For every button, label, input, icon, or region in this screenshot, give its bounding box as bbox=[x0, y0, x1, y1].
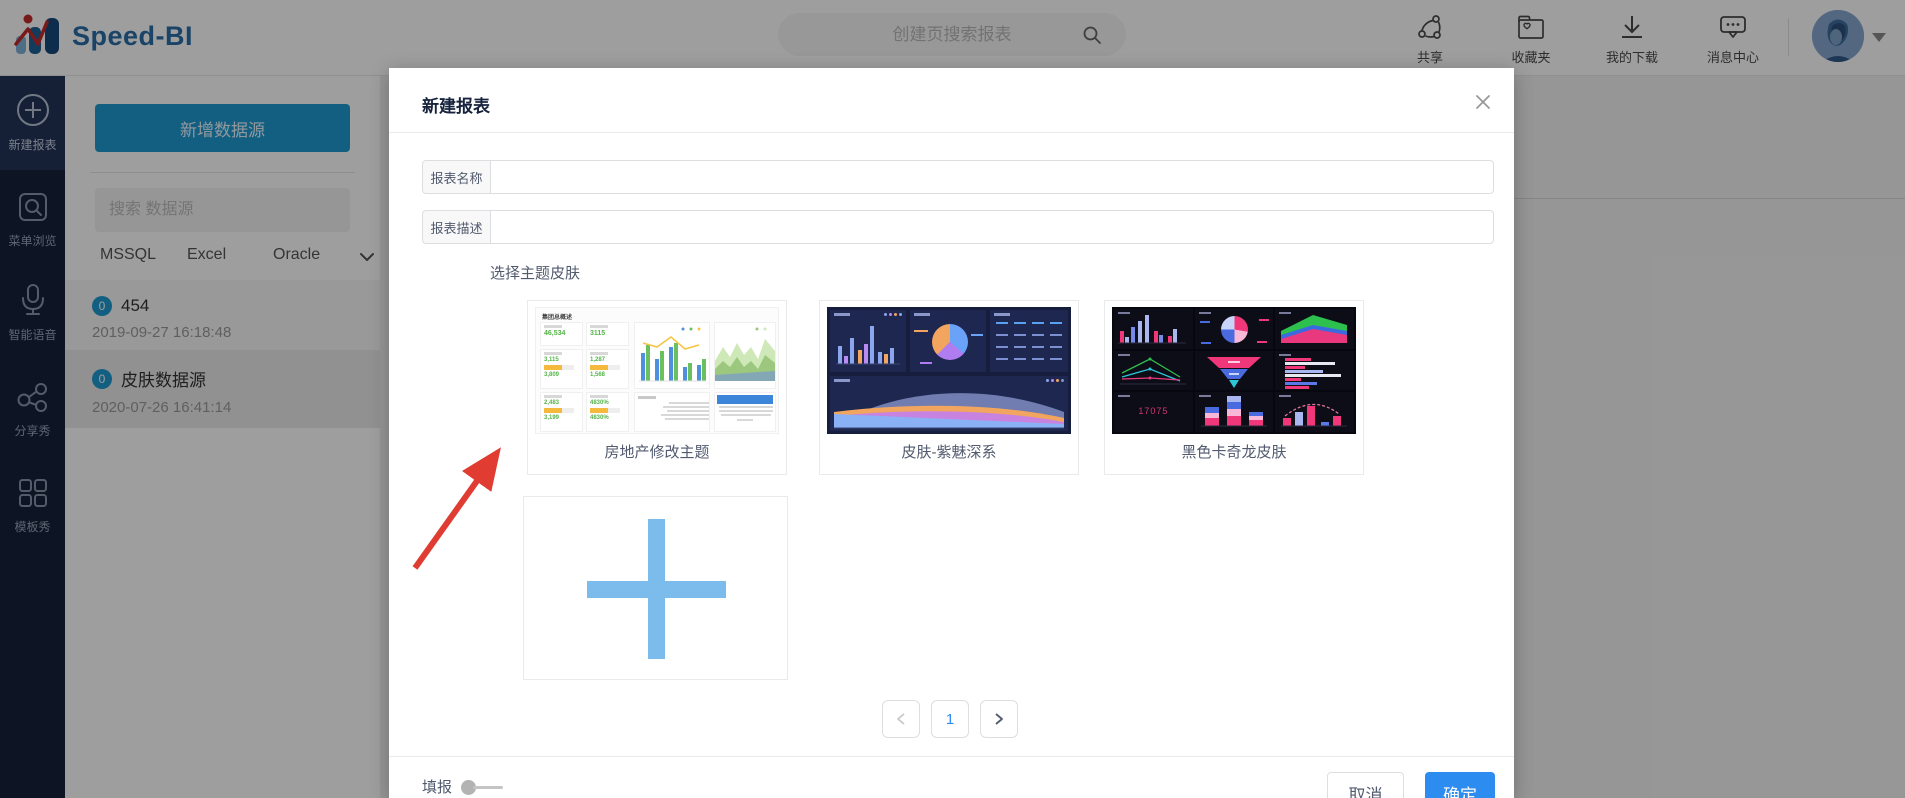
pagination-prev-button[interactable] bbox=[882, 700, 920, 738]
fill-report-toggle-track bbox=[473, 786, 503, 789]
theme-thumbnail: 集团总概述 46,534 3115 3,115 3,809 1,287 1,568 … bbox=[535, 307, 779, 434]
cancel-button[interactable]: 取消 bbox=[1327, 772, 1404, 798]
mini-pie-chart bbox=[932, 324, 968, 360]
theme-card-purple-dark[interactable]: 皮肤-紫魅深系 bbox=[819, 300, 1079, 475]
fill-report-label: 填报 bbox=[422, 779, 453, 796]
theme-card-black[interactable]: 17075 黑色卡奇龙皮肤 bbox=[1104, 300, 1364, 475]
mini-bar-chart bbox=[1118, 315, 1186, 344]
mini-area-chart bbox=[834, 393, 1064, 429]
modal-footer-divider bbox=[389, 756, 1514, 757]
mini-stacked-columns bbox=[1200, 396, 1267, 427]
new-report-modal: 新建报表 报表名称 报表描述 选择主题皮肤 集团总概述 46,534 3115 … bbox=[389, 68, 1514, 798]
report-name-label: 报表名称 bbox=[422, 160, 490, 194]
modal-title: 新建报表 bbox=[422, 97, 490, 116]
close-icon bbox=[1476, 95, 1490, 109]
theme-caption: 房地产修改主题 bbox=[604, 444, 710, 461]
mini-area-chart bbox=[715, 327, 775, 381]
report-name-row: 报表名称 bbox=[422, 160, 1494, 194]
chevron-left-icon bbox=[897, 713, 905, 725]
theme-caption: 皮肤-紫魅深系 bbox=[901, 444, 997, 461]
theme-thumbnail bbox=[827, 307, 1071, 434]
report-desc-row: 报表描述 bbox=[422, 210, 1494, 244]
confirm-button[interactable]: 确定 bbox=[1425, 772, 1495, 798]
mini-bar-chart bbox=[639, 327, 706, 382]
mini-bar-chart bbox=[836, 326, 900, 365]
theme-caption: 黑色卡奇龙皮肤 bbox=[1181, 444, 1287, 461]
mini-stacked-area bbox=[1281, 315, 1348, 343]
plus-icon bbox=[587, 581, 726, 598]
theme-card-realestate[interactable]: 集团总概述 46,534 3115 3,115 3,809 1,287 1,568 … bbox=[527, 300, 787, 475]
report-desc-input[interactable] bbox=[490, 210, 1494, 244]
add-theme-card[interactable] bbox=[523, 496, 788, 680]
mini-combo-chart bbox=[1281, 404, 1348, 427]
modal-header-divider bbox=[389, 132, 1514, 133]
theme-thumbnail: 17075 bbox=[1112, 307, 1356, 434]
mini-line-chart bbox=[1120, 357, 1186, 385]
thumb-big-number: 17075 bbox=[1138, 406, 1169, 417]
report-name-input[interactable] bbox=[490, 160, 1494, 194]
modal-close-button[interactable] bbox=[1469, 88, 1497, 116]
mini-pie-chart bbox=[1220, 316, 1248, 343]
thumb-title: 集团总概述 bbox=[542, 315, 573, 321]
chevron-right-icon bbox=[995, 713, 1003, 725]
mini-funnel-chart bbox=[1206, 356, 1261, 388]
pagination-next-button[interactable] bbox=[980, 700, 1018, 738]
report-desc-label: 报表描述 bbox=[422, 210, 490, 244]
pagination-page-1[interactable]: 1 bbox=[931, 700, 969, 738]
skin-section-label: 选择主题皮肤 bbox=[490, 265, 581, 282]
